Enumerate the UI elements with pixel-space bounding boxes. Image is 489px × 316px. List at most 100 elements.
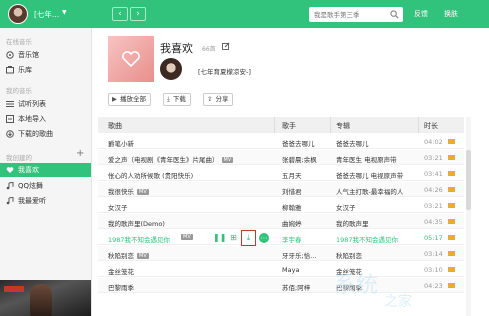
column-divider: [274, 117, 275, 133]
back-button[interactable]: ‹: [112, 7, 128, 21]
sq-quality-badge: [448, 171, 455, 176]
column-artist[interactable]: 歌手: [282, 121, 296, 131]
table-row[interactable]: 爱之声（电视剧《青年医生》片尾曲） MV 张碧晨;余枫 青年医生 电视原声带 03:21: [98, 150, 464, 165]
owner-avatar[interactable]: [160, 58, 182, 80]
album-cell[interactable]: 爸爸去哪儿: [336, 138, 422, 148]
table-row[interactable]: 我的歌声里(Demo) 曲婉婷 我的歌声里 04:35: [98, 214, 464, 229]
song-title-cell[interactable]: 1987我不知会遇见你: [108, 234, 174, 244]
sidebar-section-my-music: 我的音乐: [6, 87, 32, 95]
song-title: 巴黎雨季: [108, 284, 134, 292]
skin-button[interactable]: 换肤: [444, 9, 458, 19]
album-cell[interactable]: 秋陷别恋: [336, 250, 422, 260]
column-album[interactable]: 专辑: [336, 121, 350, 131]
sidebar-item-label: 下载的歌曲: [18, 130, 53, 138]
forward-button[interactable]: ›: [130, 7, 146, 21]
more-button[interactable]: ⋯: [259, 233, 269, 243]
sidebar-item-library[interactable]: 乐库: [0, 63, 91, 77]
sidebar-item-qq-dance[interactable]: QQ炫舞: [0, 179, 91, 193]
duration-cell: 03:41: [424, 170, 443, 178]
play-all-button[interactable]: ▶ 播放全部: [108, 93, 151, 106]
chevron-down-icon[interactable]: ▼: [62, 9, 67, 16]
song-title-cell[interactable]: 我的歌声里(Demo): [108, 218, 268, 228]
edit-icon[interactable]: [222, 42, 230, 50]
sidebar-item-label: 试听列表: [18, 100, 46, 108]
search-icon[interactable]: [390, 10, 399, 19]
add-playlist-button[interactable]: +: [76, 148, 84, 159]
username[interactable]: [七年...: [34, 9, 59, 20]
sq-quality-badge: [448, 219, 455, 224]
pause-button[interactable]: ❚❚: [213, 231, 226, 244]
svg-text:之家: 之家: [384, 293, 412, 310]
ad-banner-image[interactable]: [0, 280, 91, 316]
search-input[interactable]: [314, 7, 388, 22]
table-row[interactable]: 我很快乐 MV 刘惜君 人气主打歌-最幸福的人 04:26: [98, 182, 464, 197]
feedback-link[interactable]: 反馈: [414, 9, 428, 19]
song-count: 66首: [202, 46, 216, 53]
column-duration[interactable]: 时长: [424, 121, 438, 131]
share-button[interactable]: ⇪ 分享: [203, 93, 234, 106]
song-title-cell[interactable]: 我很快乐 MV: [108, 186, 268, 196]
pause-icon: ❚❚: [213, 233, 227, 242]
add-button[interactable]: ⊞: [227, 231, 240, 244]
duration-cell: 04:35: [424, 218, 443, 226]
song-title-cell[interactable]: 怅心的人劝所候歌 (贵阳快乐): [108, 170, 268, 180]
table-row[interactable]: 怅心的人劝所候歌 (贵阳快乐) 五月天 爸爸去哪儿 电视原声带 03:41: [98, 166, 464, 181]
sidebar-item-favorites[interactable]: 我喜欢: [0, 163, 91, 177]
artist-cell[interactable]: 李宇春: [282, 234, 330, 244]
table-row[interactable]: 秋陷别恋 MV 牙牙乐;恰... 秋陷别恋 03:14: [98, 246, 464, 261]
chevron-right-icon: ›: [136, 9, 140, 19]
duration-cell: 04:26: [424, 186, 443, 194]
artist-cell[interactable]: 刘惜君: [282, 186, 330, 196]
song-title: 秋陷别恋: [108, 252, 134, 260]
artist-cell[interactable]: 爸爸去哪儿: [282, 138, 330, 148]
song-title-cell[interactable]: 爵笔小新: [108, 138, 268, 148]
artist-cell[interactable]: 牙牙乐;恰...: [282, 250, 330, 260]
table-row[interactable]: 女汉子 柳翰雅 女汉子 03:21: [98, 198, 464, 213]
song-title-cell[interactable]: 秋陷别恋 MV: [108, 250, 268, 260]
song-title-cell[interactable]: 女汉子: [108, 202, 268, 212]
sidebar-item-trial-list[interactable]: 试听列表: [0, 97, 91, 111]
column-song[interactable]: 歌曲: [108, 121, 122, 131]
table-row[interactable]: 爵笔小新 爸爸去哪儿 爸爸去哪儿 04:02: [98, 134, 464, 149]
play-icon: ▶: [112, 95, 117, 103]
artist-cell[interactable]: 五月天: [282, 170, 330, 180]
owner-name[interactable]: [七年育夏檬凉安-]: [198, 66, 251, 76]
artist-cell[interactable]: 曲婉婷: [282, 218, 330, 228]
sidebar: 在线音乐 音乐馆 乐库 我的音乐 试听列表 本地导入 下载的歌曲 我创建的 + …: [0, 28, 92, 316]
download-icon: ⤓: [167, 95, 170, 103]
album-cell[interactable]: 1987我不知会遇见你: [336, 234, 422, 244]
artist-cell[interactable]: 张碧晨;余枫: [282, 154, 330, 164]
share-icon: ⇪: [207, 95, 213, 103]
table-row-playing[interactable]: MV 1987我不知会遇见你 ❚❚ ⊞ ⤓ ⋯ 李宇春 1987我不知会遇见你 05:17: [98, 230, 464, 246]
artist-cell[interactable]: 苏佰;阿梓: [282, 282, 330, 292]
banner-figure: [30, 284, 52, 316]
mv-badge[interactable]: MV: [137, 253, 149, 259]
song-title-cell[interactable]: 巴黎雨季: [108, 282, 268, 292]
mv-badge[interactable]: MV: [137, 189, 149, 195]
mv-badge[interactable]: MV: [181, 234, 193, 240]
music-note-icon: [6, 182, 14, 190]
sidebar-item-local-import[interactable]: 本地导入: [0, 112, 91, 126]
duration-cell: 03:14: [424, 250, 443, 258]
play-all-label: 播放全部: [120, 95, 146, 103]
column-divider: [418, 117, 419, 133]
sidebar-item-downloaded[interactable]: 下载的歌曲: [0, 127, 91, 141]
album-cell[interactable]: 爸爸去哪儿 电视原声带: [336, 170, 422, 180]
row-download-button[interactable]: ⤓: [241, 230, 256, 246]
mv-badge[interactable]: MV: [221, 157, 234, 163]
sidebar-item-music-hall[interactable]: 音乐馆: [0, 48, 91, 62]
heart-icon: [122, 51, 140, 68]
download-button[interactable]: ⤓ 下载: [163, 93, 191, 106]
album-cell[interactable]: 人气主打歌-最幸福的人: [336, 186, 422, 196]
artist-cell[interactable]: Maya: [282, 266, 330, 274]
heart-icon: [6, 167, 14, 173]
artist-cell[interactable]: 柳翰雅: [282, 202, 330, 212]
scrollbar-thumb[interactable]: [466, 150, 471, 210]
album-cell[interactable]: 女汉子: [336, 202, 422, 212]
album-cell[interactable]: 我的歌声里: [336, 218, 422, 228]
avatar[interactable]: [8, 4, 28, 24]
album-cell[interactable]: 青年医生 电视原声带: [336, 154, 422, 164]
song-title-cell[interactable]: 爱之声（电视剧《青年医生》片尾曲） MV: [108, 154, 268, 164]
song-title-cell[interactable]: 金丝笼花: [108, 266, 268, 276]
sidebar-item-most-loved[interactable]: 我最爱听: [0, 194, 91, 208]
